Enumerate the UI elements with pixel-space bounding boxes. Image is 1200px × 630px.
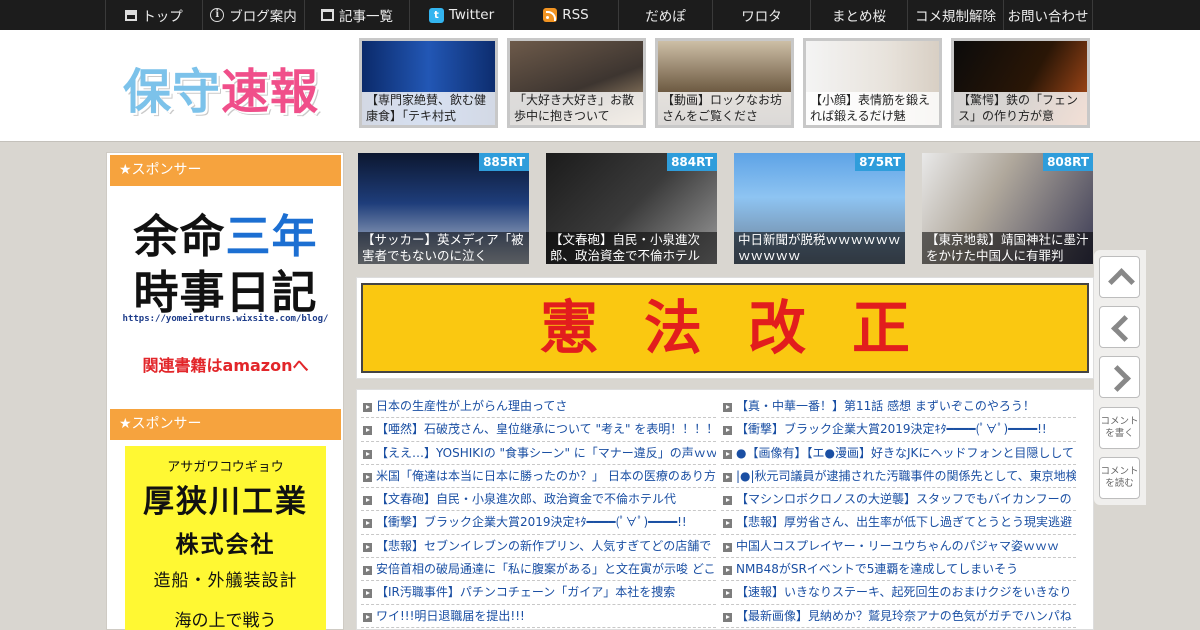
ranking-caption: 【東京地裁】靖国神社に墨汁をかけた中国人に有罪判 [922, 232, 1093, 264]
nav-label: ワロタ [741, 9, 782, 25]
nav-item-article-list[interactable]: 記事一覧 [304, 0, 409, 30]
article-link[interactable]: 【悲報】厚労省さん、出生率が低下し過ぎてとうとう現実逃避 [721, 511, 1076, 535]
featured-thumb-1[interactable]: 【専門家絶賛、飲む健康食】「テキ村式 [359, 38, 498, 128]
ad-tagline: 海の上で戦う [174, 611, 277, 630]
nav-label: だめぽ [645, 9, 686, 25]
featured-caption: 【小顔】表情筋を鍛えれば鍛えるだけ魅 [806, 92, 939, 125]
retweet-count-badge: 885RT [479, 153, 529, 171]
nav-label: RSS [562, 7, 589, 23]
banner-text: 憲法改正 [361, 283, 1089, 373]
read-comment-button[interactable]: コメントを読む [1099, 457, 1140, 499]
nav-label: コメ規制解除 [915, 9, 996, 25]
article-link[interactable]: 日本の生産性が上がらん理由ってさ [361, 395, 716, 419]
left-sidebar: ★スポンサー 余命三年 時事日記 https://yomeireturns.wi… [106, 152, 344, 630]
ranking-thumb-3[interactable]: 875RT 中日新聞が脱税ｗｗｗｗｗｗｗｗｗｗｗ [734, 153, 905, 264]
article-list-box: 日本の生産性が上がらん理由ってさ 【唖然】石破茂さん、皇位継承について "考え" … [356, 389, 1094, 630]
article-link[interactable]: 中国人コスプレイヤー・リーユウちゃんのパジャマ姿ｗｗｗ [721, 535, 1076, 559]
nav-item-rss[interactable]: RSS [513, 0, 618, 30]
nav-label: トップ [142, 9, 183, 25]
logo-text-1: 保守 [123, 64, 222, 120]
featured-caption: 【驚愕】鉄の「フェンス」の作り方が意 [954, 92, 1087, 125]
ranking-caption: 【サッカー】英メディア「被害者でもないのに泣く [358, 232, 529, 264]
sponsor-ad-asagawa[interactable]: アサガワコウギョウ 厚狭川工業 株式会社 造船・外艤装設計 海の上で戦う [125, 446, 326, 630]
ad-url: https://yomeireturns.wixsite.com/blog/ [122, 314, 329, 324]
featured-thumb-3[interactable]: 【動画】ロックなお坊さんをご覧くださ [655, 38, 794, 128]
nav-item-damepo[interactable]: だめぽ [618, 0, 712, 30]
ad-amazon-link[interactable]: 関連書籍はamazonへ [110, 352, 341, 376]
site-header: 保守速報 【専門家絶賛、飲む健康食】「テキ村式 「大好き大好き」お散歩中に抱きつ… [0, 30, 1200, 142]
featured-caption: 【動画】ロックなお坊さんをご覧くださ [658, 92, 791, 125]
article-link[interactable]: ワイ!!!明日退職届を提出!!! [361, 605, 716, 628]
article-link[interactable]: 【IR汚職事件】パチンコチェーン「ガイア」本社を捜索 [361, 581, 716, 605]
write-comment-button[interactable]: コメントを書く [1099, 407, 1140, 449]
ranking-thumb-2[interactable]: 884RT 【文春砲】自民・小泉進次郎、政治資金で不倫ホテル [546, 153, 717, 264]
featured-caption: 「大好き大好き」お散歩中に抱きついて [510, 92, 643, 125]
nav-item-comment-unblock[interactable]: コメ規制解除 [907, 0, 1003, 30]
site-logo[interactable]: 保守速報 [123, 52, 319, 122]
sponsor-heading: ★スポンサー [110, 155, 341, 186]
nav-label: 記事一覧 [339, 9, 393, 25]
prev-article-button[interactable] [1099, 306, 1140, 348]
list-icon [321, 9, 334, 21]
sponsor-ad-yomei[interactable]: 余命三年 時事日記 https://yomeireturns.wixsite.c… [110, 194, 341, 379]
home-icon [125, 9, 138, 21]
article-list-right: 【真・中華一番！】第11話 感想 まずいぞこのやろう！ 【衝撃】ブラック企業大賞2… [721, 395, 1076, 628]
twitter-icon: t [428, 7, 444, 23]
floating-button-panel: コメントを書く コメントを読む [1094, 250, 1146, 505]
nav-item-twitter[interactable]: t Twitter [409, 0, 513, 30]
featured-thumb-2[interactable]: 「大好き大好き」お散歩中に抱きついて [507, 38, 646, 128]
article-link[interactable]: 米国「俺達は本当に日本に勝ったのか？」 日本の医療のあり方 [361, 465, 716, 489]
nav-item-contact[interactable]: お問い合わせ [1003, 0, 1093, 30]
article-link[interactable]: 【マシンロボクロノスの大逆襲】スタッフでもバイカンフーの [721, 488, 1076, 512]
article-link[interactable]: 【ええ…】YOSHIKIの "食事シーン" に「マナー違反」の声ｗｗｗ [361, 442, 716, 465]
featured-thumb-4[interactable]: 【小顔】表情筋を鍛えれば鍛えるだけ魅 [803, 38, 942, 128]
article-link[interactable]: |●|秋元司議員が逮捕された汚職事件の関係先として、東京地検 [721, 465, 1076, 489]
nav-label: Twitter [448, 7, 495, 23]
nav-label: お問い合わせ [1007, 9, 1089, 25]
article-link[interactable]: 【最新画像】見納めか？鷲見玲奈アナの色気がガチでハンパね [721, 605, 1076, 628]
article-list-left: 日本の生産性が上がらん理由ってさ 【唖然】石破茂さん、皇位継承について "考え" … [361, 395, 716, 628]
featured-caption: 【専門家絶賛、飲む健康食】「テキ村式 [362, 92, 495, 125]
article-link[interactable]: 【唖然】石破茂さん、皇位継承について "考え" を表明！！！！ [361, 418, 716, 442]
scroll-top-button[interactable] [1099, 256, 1140, 298]
ranking-caption: 中日新聞が脱税ｗｗｗｗｗｗｗｗｗｗｗ [734, 232, 905, 264]
nav-item-top[interactable]: トップ [105, 0, 202, 30]
banner-ad[interactable]: 憲法改正 [356, 277, 1094, 379]
ranking-caption: 【文春砲】自民・小泉進次郎、政治資金で不倫ホテル [546, 232, 717, 264]
featured-thumb-5[interactable]: 【驚愕】鉄の「フェンス」の作り方が意 [951, 38, 1090, 128]
next-article-button[interactable] [1099, 356, 1140, 398]
article-link[interactable]: 【衝撃】ブラック企業大賞2019決定ｷﾀ━━━━(ﾟ∀ﾟ)━━━━!! [721, 418, 1076, 442]
article-link[interactable]: 【悲報】セブンイレブンの新作プリン、人気すぎてどの店舗で [361, 535, 716, 559]
retweet-count-badge: 875RT [855, 153, 905, 171]
logo-text-2: 速報 [221, 64, 320, 120]
article-link[interactable]: NMB48がSRイベントで5連覇を達成してしまいそう [721, 558, 1076, 582]
nav-item-blog-guide[interactable]: i ブログ案内 [202, 0, 304, 30]
info-icon: i [210, 8, 225, 22]
article-link[interactable]: 安倍首相の破局通達に「私に腹案がある」と文在寅が示唆 どこ [361, 558, 716, 582]
rss-icon [543, 8, 558, 22]
article-link[interactable]: 【真・中華一番！】第11話 感想 まずいぞこのやろう！ [721, 395, 1076, 419]
ad-company-name: 厚狭川工業 [143, 484, 308, 520]
ranking-thumb-1[interactable]: 885RT 【サッカー】英メディア「被害者でもないのに泣く [358, 153, 529, 264]
article-link[interactable]: 【文春砲】自民・小泉進次郎、政治資金で不倫ホテル代 [361, 488, 716, 512]
retweet-count-badge: 808RT [1043, 153, 1093, 171]
nav-item-warota[interactable]: ワロタ [712, 0, 810, 30]
ad-service: 造船・外艤装設計 [153, 571, 298, 591]
article-link[interactable]: ●【画像有】【エ●漫画】好きなJKにヘッドフォンと目隠しして [721, 442, 1076, 465]
nav-label: ブログ案内 [229, 9, 297, 25]
ad-title-line-2: 時事日記 [133, 266, 318, 319]
nav-item-matome-sakura[interactable]: まとめ桜 [810, 0, 907, 30]
article-link[interactable]: 【衝撃】ブラック企業大賞2019決定ｷﾀ━━━━(ﾟ∀ﾟ)━━━━!! [361, 511, 716, 535]
ad-company-type: 株式会社 [175, 532, 276, 558]
nav-label: まとめ桜 [832, 9, 886, 25]
top-nav: トップ i ブログ案内 記事一覧 t Twitter RSS だめぽ ワロタ ま… [0, 0, 1200, 30]
ad-company-kana: アサガワコウギョウ [167, 460, 284, 475]
retweet-count-badge: 884RT [667, 153, 717, 171]
article-link[interactable]: 【速報】いきなりステーキ、起死回生のおまけクジをいきなり [721, 581, 1076, 605]
ranking-thumb-4[interactable]: 808RT 【東京地裁】靖国神社に墨汁をかけた中国人に有罪判 [922, 153, 1093, 264]
sponsor-heading: ★スポンサー [110, 409, 341, 440]
